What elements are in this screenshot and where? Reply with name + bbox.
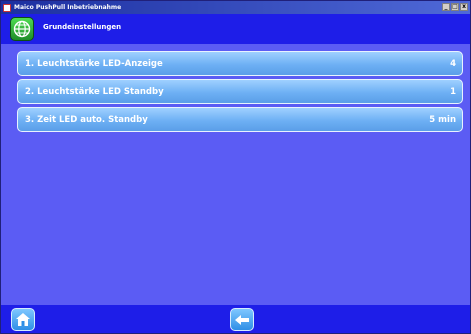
bottom-bar — [1, 305, 470, 333]
maximize-button[interactable]: □ — [451, 3, 459, 11]
title-bar: Maico PushPull Inbetriebnahme _ □ x — [1, 1, 470, 14]
app-window: Maico PushPull Inbetriebnahme _ □ x Grun… — [0, 0, 471, 334]
minimize-button[interactable]: _ — [442, 3, 450, 11]
window-controls: _ □ x — [442, 3, 468, 11]
settings-list: 1. Leuchtstärke LED-Anzeige 4 2. Leuchts… — [17, 51, 463, 135]
setting-led-standby-time[interactable]: 3. Zeit LED auto. Standby 5 min — [17, 107, 463, 132]
page-header: Grundeinstellungen — [1, 14, 470, 44]
setting-value: 4 — [450, 58, 456, 69]
setting-led-standby-brightness[interactable]: 2. Leuchtstärke LED Standby 1 — [17, 79, 463, 104]
app-icon — [3, 3, 11, 12]
setting-led-brightness[interactable]: 1. Leuchtstärke LED-Anzeige 4 — [17, 51, 463, 76]
home-icon — [16, 313, 30, 326]
setting-label: 1. Leuchtstärke LED-Anzeige — [25, 58, 163, 69]
close-button[interactable]: x — [460, 3, 468, 11]
globe-icon[interactable] — [10, 17, 34, 41]
setting-label: 2. Leuchtstärke LED Standby — [25, 86, 164, 97]
back-button[interactable] — [230, 308, 254, 331]
back-arrow-icon — [235, 314, 249, 325]
setting-label: 3. Zeit LED auto. Standby — [25, 114, 148, 125]
setting-value: 1 — [450, 86, 456, 97]
setting-value: 5 min — [429, 114, 456, 125]
window-title: Maico PushPull Inbetriebnahme — [14, 4, 122, 11]
page-title: Grundeinstellungen — [43, 23, 122, 31]
home-button[interactable] — [11, 308, 35, 331]
